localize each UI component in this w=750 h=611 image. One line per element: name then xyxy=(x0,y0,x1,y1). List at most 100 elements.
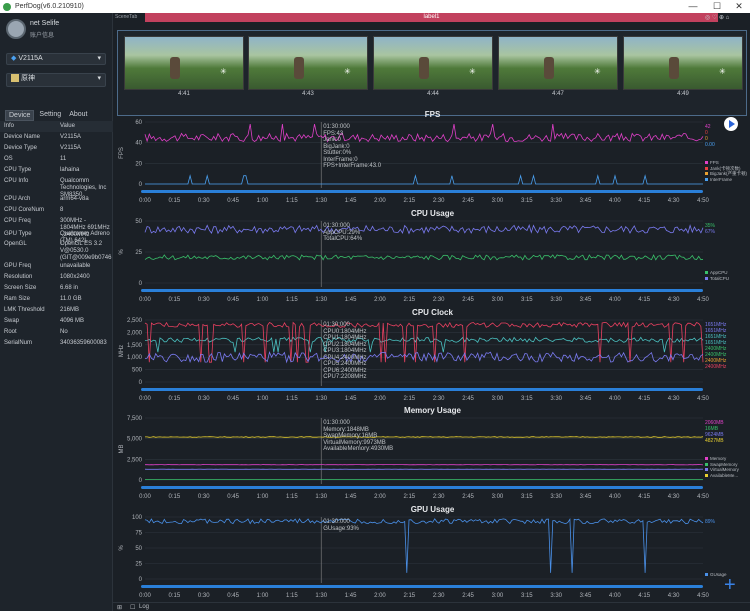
tab-setting[interactable]: Setting xyxy=(36,110,64,121)
x-tick-label: 2:15 xyxy=(403,593,415,599)
x-tick-label: 4:15 xyxy=(638,198,650,204)
table-row: Ram Size 11.0 GB xyxy=(0,294,113,305)
legend-item[interactable]: TotalCPU xyxy=(705,276,729,282)
row-value: 11.0 GB xyxy=(60,296,82,302)
table-row: GPU Freq unavailable xyxy=(0,261,113,272)
x-tick-label: 0:30 xyxy=(198,593,210,599)
scene-tool-icons[interactable]: ◎ ♡ ⊕ ⌂ xyxy=(705,14,729,21)
x-tick-label: 2:30 xyxy=(433,593,445,599)
gpu-chart: GPU Usage 0 25 50 75 100% 0:00 0:15 0:30 0:45 1:00… xyxy=(115,503,750,601)
app-select[interactable]: 原神 ▾ xyxy=(6,73,106,87)
cursor-readout: 01:30:000 FPS:43 Jank:0 BigJank:0 Stutte… xyxy=(323,124,382,169)
time-scrollbar[interactable] xyxy=(141,486,703,489)
time-scrollbar[interactable] xyxy=(141,388,703,391)
x-tick-label: 3:00 xyxy=(492,396,504,402)
x-tick-label: 0:30 xyxy=(198,396,210,402)
title-bar: PerfDog(v6.0.210910) — ☐ ✕ xyxy=(0,0,750,13)
scene-screenshot[interactable]: ✳ xyxy=(373,36,493,90)
tab-device[interactable]: Device xyxy=(5,110,35,121)
x-tick-label: 3:45 xyxy=(580,297,592,303)
scene-screenshot[interactable]: ✳ xyxy=(498,36,618,90)
row-key: Device Name xyxy=(4,134,41,140)
table-header: Info Value xyxy=(0,121,113,132)
x-tick-label: 0:30 xyxy=(198,198,210,204)
chart-legend[interactable]: FPS Jank(卡顿次数) BigJank(严重卡顿) InterFrame xyxy=(705,160,747,182)
x-tick-label: 3:45 xyxy=(580,198,592,204)
current-value: 4827MB xyxy=(705,438,724,444)
table-row: Screen Size 6.68 in xyxy=(0,283,113,294)
x-tick-label: 1:45 xyxy=(345,297,357,303)
account-info-link[interactable]: 账户信息 xyxy=(30,30,54,39)
time-scrollbar[interactable] xyxy=(141,289,703,292)
time-scrollbar[interactable] xyxy=(141,190,703,193)
row-key: LMK Threshold xyxy=(4,307,45,313)
legend-swatch xyxy=(705,468,708,471)
row-key: GPU Type xyxy=(4,231,32,237)
row-value: No xyxy=(60,329,68,335)
totalcpu-line xyxy=(144,223,704,235)
row-key: Swap xyxy=(4,318,20,324)
y-tick-label: 2,500 xyxy=(127,318,143,324)
table-row: Device Type V2115A xyxy=(0,143,113,154)
row-key: CPU Type xyxy=(4,167,32,173)
scene-tab[interactable]: SceneTab xyxy=(115,14,145,20)
x-tick-label: 4:50 xyxy=(697,494,709,500)
screenshot-strip[interactable]: ✳ 4:41 ✳ 4:43 ✳ 4:44 ✳ 4:47 ✳ 4:49 xyxy=(117,30,747,116)
table-row: LMK Threshold 216MB xyxy=(0,305,113,316)
table-row: Resolution 1080x2400 xyxy=(0,272,113,283)
x-tick-label: 3:30 xyxy=(550,396,562,402)
effect-sparkle: ✳ xyxy=(344,67,351,76)
x-tick-label: 0:45 xyxy=(227,396,239,402)
app-icon xyxy=(11,74,19,83)
avatar[interactable] xyxy=(6,19,26,39)
expand-icon[interactable]: ⊞ xyxy=(117,604,122,611)
log-checkbox[interactable]: ☐ xyxy=(130,604,135,611)
row-value: V2115A xyxy=(60,145,81,151)
row-value: 8 xyxy=(60,207,64,213)
current-value: 89% xyxy=(705,519,716,525)
table-row: CPU Info Qualcomm Technologies, Inc SM835… xyxy=(0,176,113,198)
x-tick-label: 0:45 xyxy=(227,198,239,204)
gusage-line xyxy=(144,518,704,573)
legend-item[interactable]: AvailableMe... xyxy=(705,473,739,479)
legend-label: Memory xyxy=(710,456,727,461)
x-tick-label: 2:15 xyxy=(403,396,415,402)
legend-swatch xyxy=(705,457,708,460)
device-info-table: Info Value Device Name V2115A Device Type V21… xyxy=(0,121,113,349)
y-axis-label: % xyxy=(119,249,125,255)
row-value: 4096 MB xyxy=(60,318,85,324)
chart-legend[interactable]: Memory SwapMemory VirtualMemory AvailableMe… xyxy=(705,456,739,478)
x-tick-label: 1:45 xyxy=(345,593,357,599)
appcpu-line xyxy=(144,254,704,261)
x-tick-label: 0:30 xyxy=(198,494,210,500)
x-tick-label: 1:30 xyxy=(315,593,327,599)
legend-item[interactable]: InterFrame xyxy=(705,177,747,183)
x-tick-label: 2:15 xyxy=(403,494,415,500)
scene-screenshot[interactable]: ✳ xyxy=(124,36,244,90)
scene-screenshot[interactable]: ✳ xyxy=(248,36,368,90)
tab-about[interactable]: About xyxy=(66,110,90,121)
chart-legend[interactable]: AppCPU TotalCPU xyxy=(705,270,729,281)
close-button[interactable]: ✕ xyxy=(728,0,750,13)
add-chart-button[interactable]: + xyxy=(724,575,736,595)
scene-screenshot[interactable]: ✳ xyxy=(623,36,743,90)
y-tick-label: 2,000 xyxy=(127,330,143,336)
x-tick-label: 1:30 xyxy=(315,494,327,500)
x-tick-label: 1:15 xyxy=(286,198,298,204)
scene-label-bar[interactable]: label1 xyxy=(145,13,718,22)
x-tick-label: 0:00 xyxy=(139,494,151,500)
scene-panel: SceneTab label1 ◎ ♡ ⊕ ⌂ ✳ 4:41 ✳ 4:43 ✳ 4:44 ✳… xyxy=(115,13,750,116)
x-tick-label: 4:50 xyxy=(697,396,709,402)
minimize-button[interactable]: — xyxy=(682,0,704,13)
y-tick-label: 20 xyxy=(135,161,142,167)
maximize-button[interactable]: ☐ xyxy=(706,0,728,13)
x-tick-label: 4:30 xyxy=(668,396,680,402)
x-tick-label: 4:00 xyxy=(609,297,621,303)
x-tick-label: 3:00 xyxy=(492,297,504,303)
device-select[interactable]: ◆ V2115A ▾ xyxy=(6,53,106,65)
x-tick-label: 3:30 xyxy=(550,297,562,303)
time-scrollbar[interactable] xyxy=(141,585,703,588)
table-row: CPU Freq 300MHz - 1804MHz 691MHz - 2400MH… xyxy=(0,216,113,238)
row-value: OpenGL ES 3.2 V@0530.0 (GIT@009e9b0746 xyxy=(60,241,112,261)
x-tick-label: 1:15 xyxy=(286,396,298,402)
